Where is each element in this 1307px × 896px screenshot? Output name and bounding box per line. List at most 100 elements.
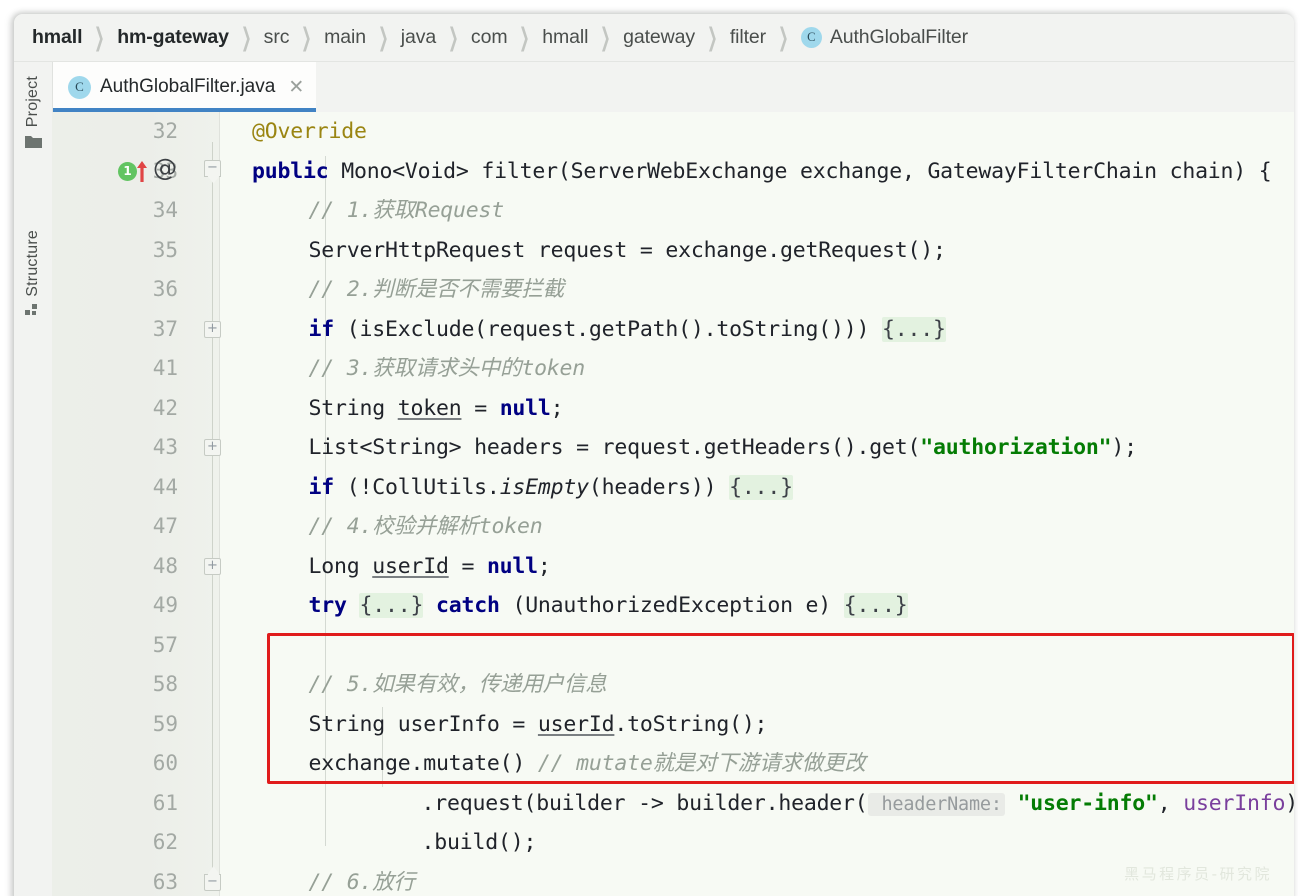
breadcrumb-separator: ❯ — [600, 24, 611, 52]
code-token: ; — [550, 395, 564, 421]
code-text: if (isExclude(request.getPath().toString… — [309, 310, 946, 350]
code-token: public — [252, 158, 329, 184]
code-token: ServerHttpRequest request = exchange.get… — [308, 237, 946, 263]
code-token: token — [397, 395, 462, 421]
sidebar-item-structure[interactable]: Structure — [14, 230, 52, 323]
code-line[interactable]: 48 Long userId = null; — [52, 547, 1294, 587]
code-text: Long userId = null; — [309, 547, 551, 587]
code-text: ServerHttpRequest request = exchange.get… — [309, 231, 946, 271]
code-line[interactable]: 41 // 3.获取请求头中的token — [52, 349, 1294, 389]
code-text: // 1.获取Request — [309, 191, 505, 231]
code-token: try — [308, 593, 347, 618]
breadcrumb-item-hm-gateway[interactable]: hm-gateway — [117, 26, 229, 49]
sidebar-item-project-label: Project — [24, 76, 41, 128]
code-lines: 32 @Override 33 public Mono<Void> filter(Se… — [52, 112, 1294, 896]
line-number[interactable]: 61 — [52, 784, 178, 824]
fold-expand-icon[interactable]: + — [204, 320, 221, 338]
code-line[interactable]: 63// 6.放行 — [52, 863, 1294, 896]
breadcrumb-item-hmall[interactable]: hmall — [32, 26, 83, 49]
code-line[interactable]: 44 if (!CollUtils.isEmpty(headers)) {...} — [52, 468, 1294, 508]
line-number[interactable]: 58 — [52, 665, 178, 705]
line-number[interactable]: 49 — [52, 586, 178, 626]
code-text: exchange.mutate() // mutate就是对下游请求做更改 — [309, 744, 866, 784]
fold-expand-icon[interactable]: + — [204, 557, 221, 575]
sidebar-item-structure-label: Structure — [24, 230, 41, 297]
line-number[interactable]: 62 — [52, 823, 178, 863]
code-token: {...} — [882, 316, 946, 342]
code-line[interactable]: 60 exchange.mutate() // mutate就是对下游请求做更改 — [52, 744, 1294, 784]
breadcrumb-item-hmall[interactable]: hmall — [542, 26, 588, 49]
breadcrumb-item-com[interactable]: com — [471, 26, 508, 49]
code-line[interactable]: 35 ServerHttpRequest request = exchange.g… — [52, 231, 1294, 271]
code-line[interactable]: 33 public Mono<Void> filter(ServerWebExch… — [52, 152, 1294, 192]
code-token: List<String> headers = request.getHeader… — [308, 435, 921, 460]
breadcrumb-item-gateway[interactable]: gateway — [623, 26, 695, 49]
fold-expand-icon[interactable]: + — [204, 439, 221, 456]
code-line[interactable]: 43 List<String> headers = request.getHead… — [52, 428, 1294, 468]
code-token: if — [308, 474, 335, 500]
code-line[interactable]: 34 // 1.获取Request — [52, 191, 1294, 231]
tab-authglobalfilter[interactable]: C AuthGlobalFilter.java ✕ — [52, 62, 317, 112]
breadcrumb: hmall ❯ hm-gateway ❯ src ❯ main ❯ java ❯ com ❯ hmall… — [14, 14, 1294, 62]
line-number[interactable]: 32 — [52, 112, 178, 152]
code-line[interactable]: 37 if (isExclude(request.getPath().toStri… — [52, 310, 1294, 350]
code-editor[interactable]: 32 @Override 33 public Mono<Void> filter(Se… — [52, 112, 1294, 896]
code-token: , — [1157, 790, 1184, 816]
code-line[interactable]: 59 String userInfo = userId.toString(); — [52, 705, 1294, 745]
code-text: // 5.如果有效，传递用户信息 — [309, 665, 607, 705]
sidebar-item-project[interactable]: Project — [14, 76, 52, 153]
code-line[interactable]: 42 String token = null; — [52, 389, 1294, 429]
breadcrumb-item-main[interactable]: main — [324, 26, 366, 49]
breadcrumb-item-java[interactable]: java — [401, 26, 436, 49]
code-token: // 3.获取请求头中的token — [308, 356, 586, 381]
code-token: "user-info" — [1017, 790, 1158, 816]
code-text: String token = null; — [309, 389, 564, 429]
line-number[interactable]: 34 — [52, 191, 178, 231]
line-number[interactable]: 60 — [52, 744, 178, 784]
line-number[interactable]: 42 — [52, 389, 178, 429]
code-line[interactable]: 62 .build(); — [52, 823, 1294, 863]
code-line[interactable]: 57 — [52, 626, 1294, 666]
watermark: 黑马程序员-研究院 — [1124, 865, 1272, 883]
line-number[interactable]: 44 — [52, 468, 178, 508]
breadcrumb-item-authglobalfilter[interactable]: AuthGlobalFilter — [830, 26, 968, 49]
breadcrumb-item-src[interactable]: src — [264, 26, 290, 49]
code-token: catch — [435, 593, 500, 618]
code-token: .request(builder -> builder.header( — [421, 790, 868, 816]
code-line[interactable]: 49 try {...} catch (UnauthorizedException… — [52, 586, 1294, 626]
close-icon[interactable]: ✕ — [288, 78, 304, 97]
code-token: (!CollUtils. — [334, 474, 500, 500]
fold-collapse-icon[interactable]: − — [204, 874, 221, 891]
code-token: @Override — [252, 119, 367, 144]
code-token: isEmpty — [499, 474, 589, 500]
code-line[interactable]: 32 @Override — [52, 112, 1294, 152]
breadcrumb-separator: ❯ — [448, 24, 459, 52]
class-icon: C — [800, 27, 822, 48]
breadcrumb-separator: ❯ — [378, 24, 389, 52]
code-token: String userInfo = — [308, 711, 538, 737]
line-number[interactable]: 47 — [52, 507, 178, 547]
code-token: exchange.mutate() — [308, 751, 538, 776]
code-text: try {...} catch (UnauthorizedException e… — [309, 586, 908, 626]
fold-handle-wrap-65: − — [52, 862, 221, 896]
line-number[interactable]: 36 — [52, 270, 178, 310]
tool-rail: Project Structure — [14, 62, 53, 896]
breadcrumb-separator: ❯ — [241, 24, 252, 52]
line-number[interactable]: 35 — [52, 231, 178, 271]
structure-icon — [25, 303, 41, 323]
fold-collapse-icon[interactable]: − — [204, 159, 221, 177]
breadcrumb-item-filter[interactable]: filter — [730, 26, 766, 49]
line-number[interactable]: 57 — [52, 626, 178, 666]
code-line[interactable]: 36 // 2.判断是否不需要拦截 — [52, 270, 1294, 310]
code-line[interactable]: 61 .request(builder -> builder.header( he… — [52, 784, 1294, 824]
breadcrumb-separator: ❯ — [301, 24, 312, 52]
code-text: if (!CollUtils.isEmpty(headers)) {...} — [309, 468, 793, 508]
code-token: {...} — [359, 593, 424, 618]
line-number[interactable]: 59 — [52, 705, 178, 745]
code-line[interactable]: 47 // 4.校验并解析token — [52, 507, 1294, 547]
java-class-icon: C — [68, 75, 91, 99]
code-line[interactable]: 58 // 5.如果有效，传递用户信息 — [52, 665, 1294, 705]
line-number[interactable]: 41 — [52, 349, 178, 389]
code-token: // 6.放行 — [308, 869, 416, 895]
